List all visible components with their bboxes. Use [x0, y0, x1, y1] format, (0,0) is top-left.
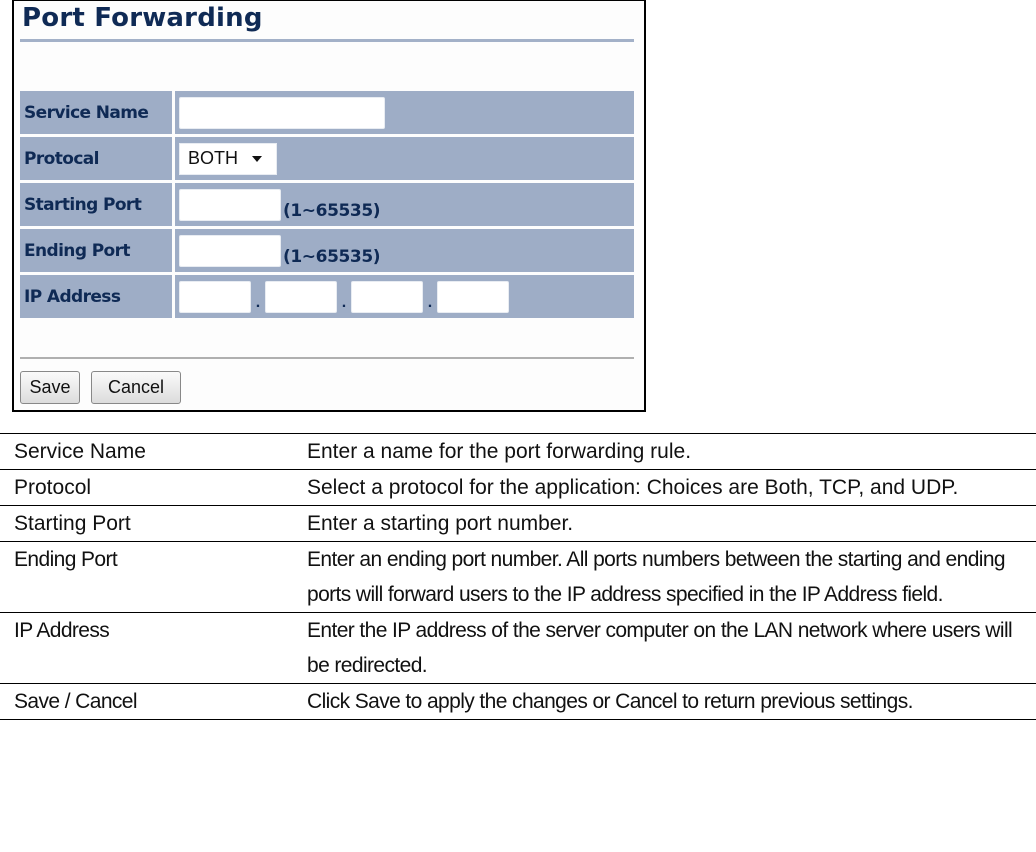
page-title: Port Forwarding: [22, 3, 263, 33]
description-text: Enter the IP address of the server compu…: [307, 619, 1013, 677]
ending-port-label: Ending Port: [20, 229, 172, 272]
description-text: Click Save to apply the changes or Cance…: [307, 690, 913, 713]
ip-separator: .: [341, 293, 347, 311]
row-protocol: Protocal BOTH: [20, 137, 634, 180]
field-description-table: Service Name Enter a name for the port f…: [0, 433, 1036, 720]
ip-separator: .: [255, 293, 261, 311]
row-ip-address: IP Address . . .: [20, 275, 634, 318]
description-term: IP Address: [14, 619, 110, 642]
row-ending-port: Ending Port (1~65535): [20, 229, 634, 272]
row-starting-port: Starting Port (1~65535): [20, 183, 634, 226]
service-name-input[interactable]: [179, 96, 385, 129]
table-row: Save / Cancel Click Save to apply the ch…: [0, 683, 1036, 720]
table-row: Ending Port Enter an ending port number.…: [0, 541, 1036, 613]
ip-separator: .: [427, 293, 433, 311]
cancel-button[interactable]: Cancel: [91, 371, 181, 404]
ip-octet-2-input[interactable]: [265, 280, 337, 313]
protocol-label: Protocal: [20, 137, 172, 180]
row-service-name: Service Name: [20, 91, 634, 134]
service-name-label: Service Name: [20, 91, 172, 134]
starting-port-input[interactable]: [179, 188, 281, 221]
description-term: Service Name: [14, 440, 146, 463]
description-term: Starting Port: [14, 512, 131, 535]
table-row: IP Address Enter the IP address of the s…: [0, 612, 1036, 684]
title-divider: [20, 39, 634, 42]
port-forwarding-screenshot: Port Forwarding Service Name Protocal BO…: [12, 0, 646, 412]
description-text: Enter a starting port number.: [307, 512, 574, 535]
ending-port-input[interactable]: [179, 234, 281, 267]
starting-port-range: (1~65535): [283, 200, 381, 221]
form-divider: [20, 357, 634, 359]
description-text: Enter a name for the port forwarding rul…: [307, 440, 692, 463]
table-row: Starting Port Enter a starting port numb…: [0, 505, 1036, 542]
chevron-down-icon: [252, 155, 263, 162]
description-text: Select a protocol for the application: C…: [307, 476, 959, 499]
port-forwarding-form: Service Name Protocal BOTH Starting Port…: [20, 91, 634, 321]
protocol-select[interactable]: BOTH: [179, 142, 277, 175]
description-text: Enter an ending port number. All ports n…: [307, 548, 1006, 606]
description-term: Save / Cancel: [14, 690, 138, 713]
description-term: Protocol: [14, 476, 92, 499]
protocol-selected-value: BOTH: [188, 148, 239, 168]
ip-octet-1-input[interactable]: [179, 280, 251, 313]
ip-address-label: IP Address: [20, 275, 172, 318]
description-term: Ending Port: [14, 548, 118, 571]
save-button[interactable]: Save: [20, 371, 80, 404]
starting-port-label: Starting Port: [20, 183, 172, 226]
ip-octet-3-input[interactable]: [351, 280, 423, 313]
ip-octet-4-input[interactable]: [437, 280, 509, 313]
table-row: Protocol Select a protocol for the appli…: [0, 469, 1036, 506]
table-row: Service Name Enter a name for the port f…: [0, 433, 1036, 470]
ending-port-range: (1~65535): [283, 246, 381, 267]
